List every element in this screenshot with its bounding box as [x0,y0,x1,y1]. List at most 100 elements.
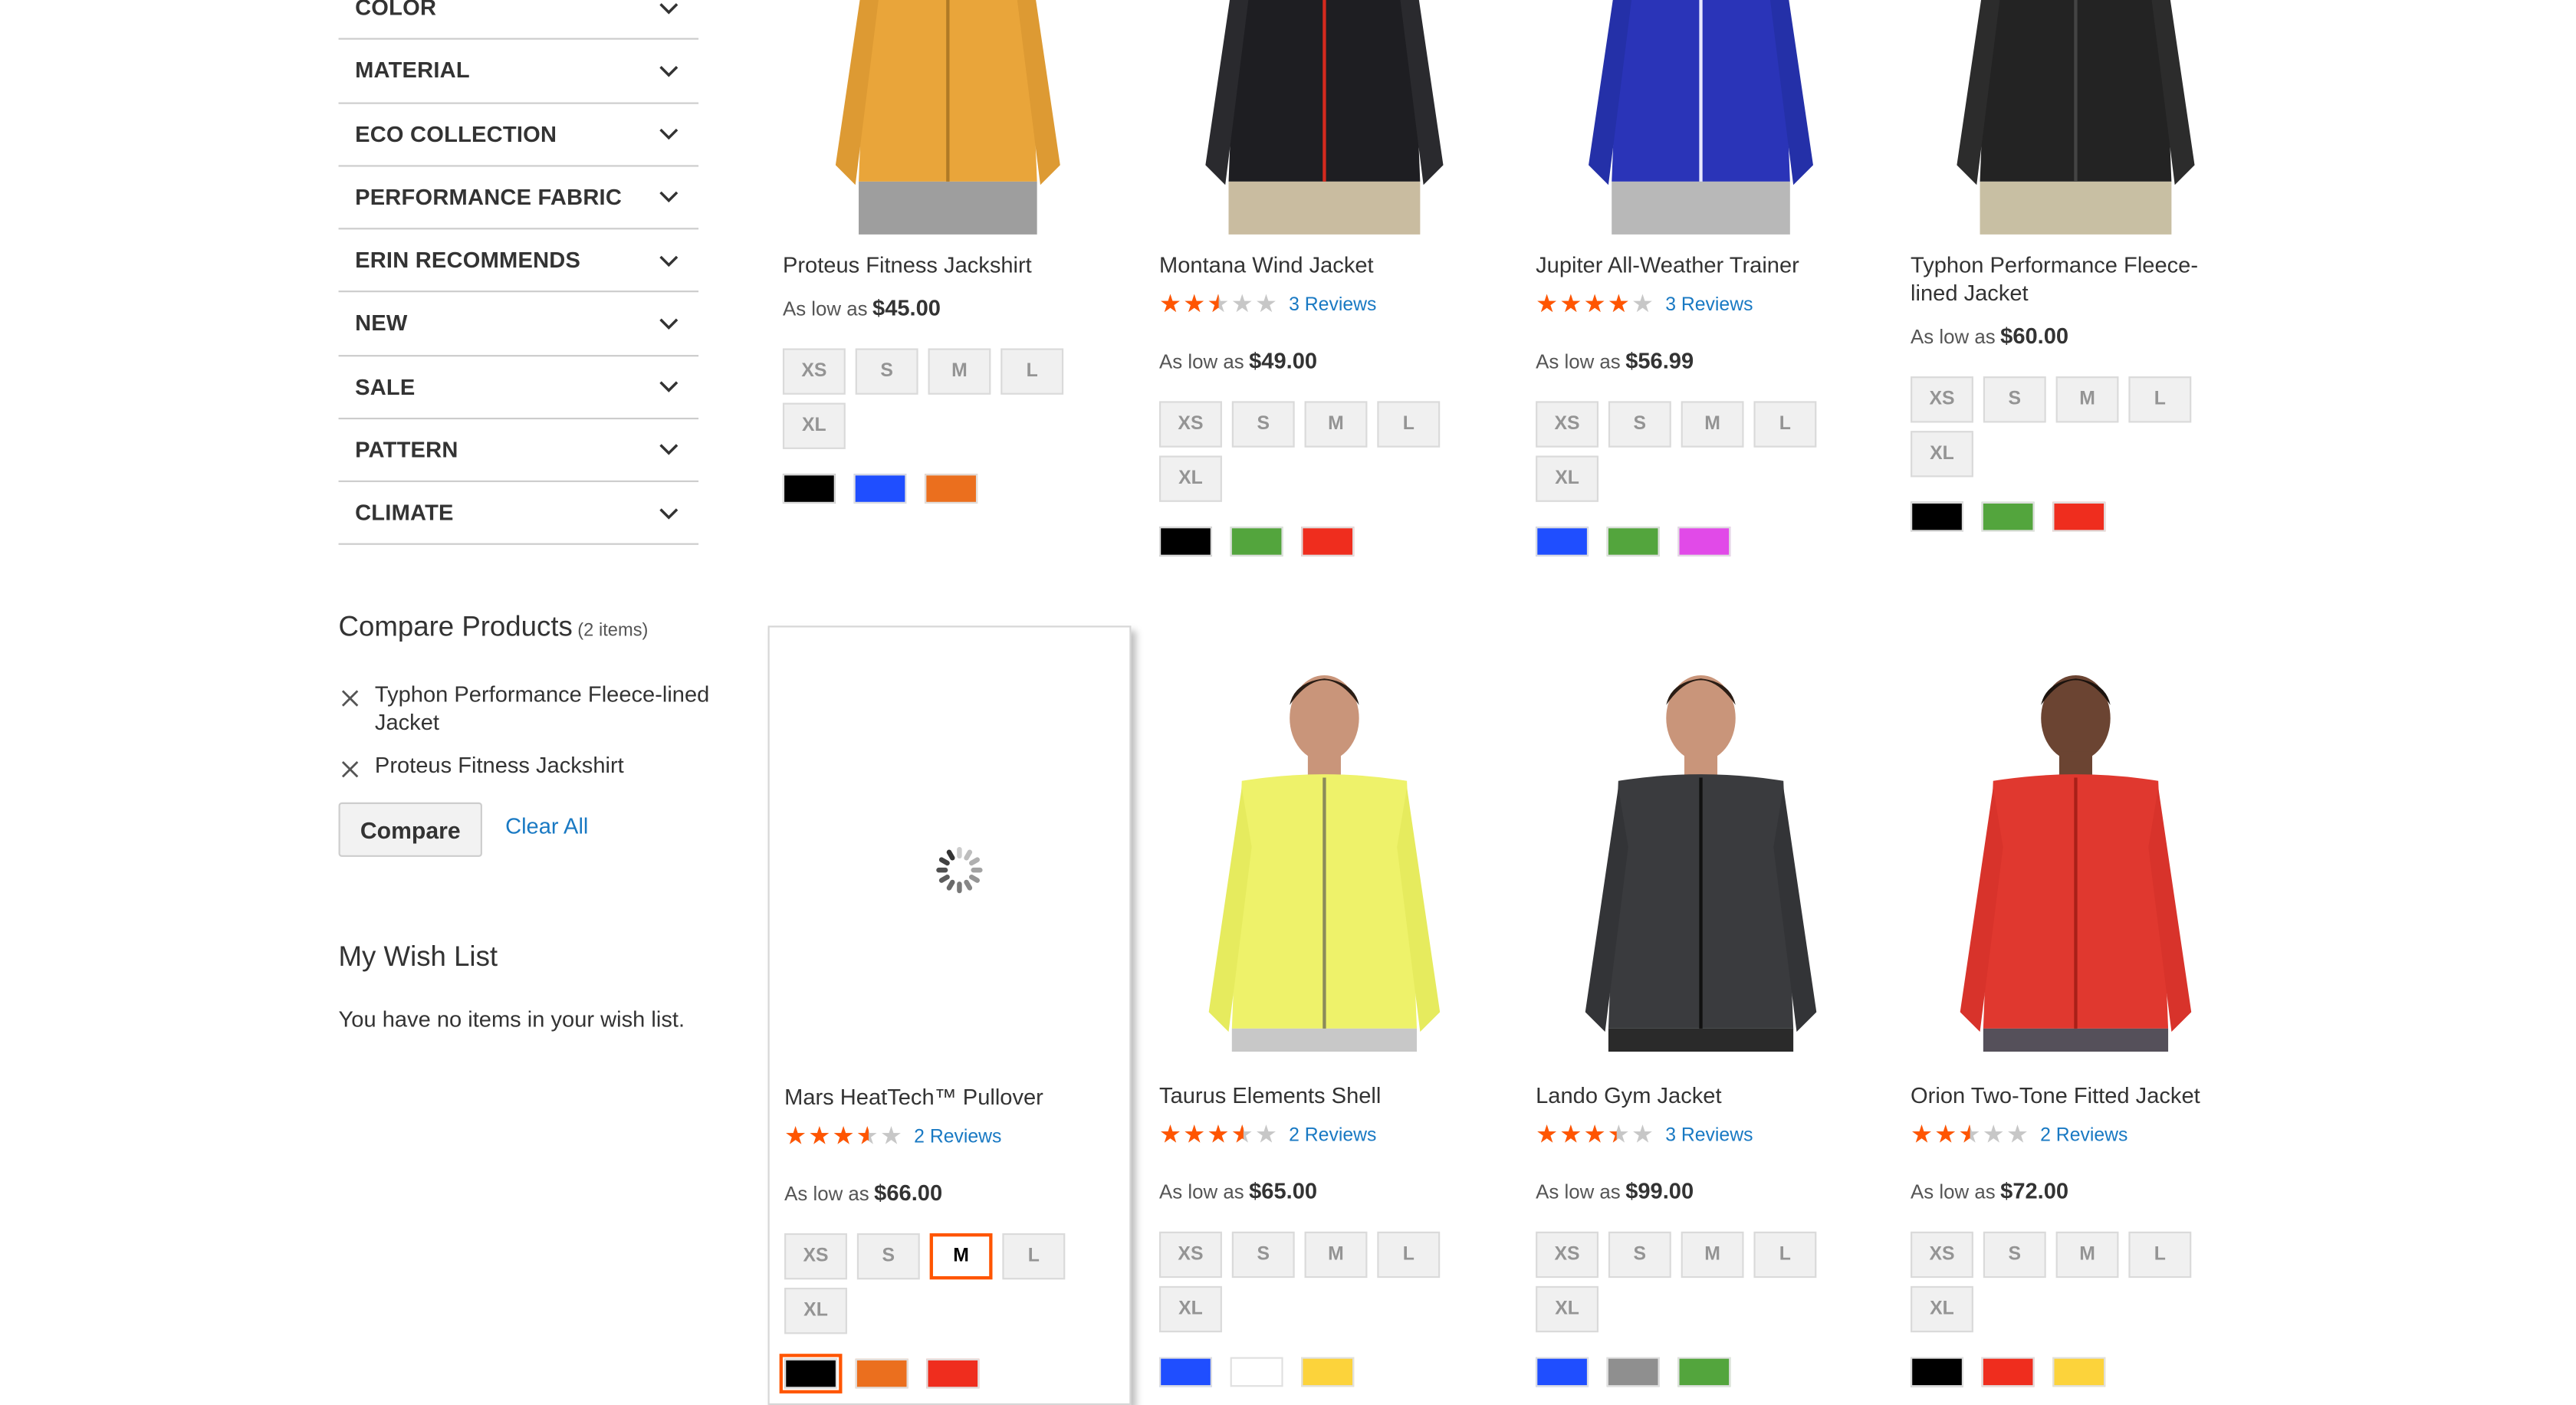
product-image[interactable] [1536,0,1866,416]
color-swatch[interactable] [779,1354,843,1394]
reviews-link[interactable]: 2 Reviews [914,1127,1001,1147]
size-option-xl[interactable]: XL [1536,455,1598,502]
color-swatch[interactable] [2052,501,2106,532]
size-option-s[interactable]: S [856,1233,920,1280]
product-name[interactable]: Jupiter All-Weather Trainer [1536,251,1866,279]
compare-button[interactable]: Compare [338,802,482,857]
size-option-m[interactable]: M [928,348,991,395]
size-option-m[interactable]: M [1681,401,1744,448]
product-image[interactable] [783,0,1113,416]
color-swatch[interactable] [1230,527,1283,556]
product-name[interactable]: Typhon Performance Fleece-lined Jacket [1911,251,2241,307]
size-option-s[interactable]: S [1231,1231,1295,1279]
product-card[interactable]: Mars HeatTech™ Pullover★★★★★★★★★★2 Revie… [767,625,1132,1405]
color-swatch[interactable] [1301,1357,1355,1387]
size-option-m[interactable]: M [929,1233,993,1280]
size-option-xl[interactable]: XL [784,1288,847,1334]
size-option-l[interactable]: L [2128,376,2192,423]
product-image[interactable] [1911,652,2241,1405]
color-swatch[interactable] [1301,527,1355,556]
color-swatch[interactable] [1981,501,2035,532]
color-swatch[interactable] [1606,1357,1660,1387]
reviews-link[interactable]: 3 Reviews [1665,1125,1753,1145]
color-swatch[interactable] [1159,527,1212,556]
size-option-s[interactable]: S [1608,401,1671,448]
color-swatch[interactable] [925,474,978,504]
remove-icon[interactable] [340,687,360,707]
color-swatch[interactable] [1606,527,1660,556]
filter-sale[interactable]: SALE [338,356,699,419]
product-image[interactable] [1911,0,2241,416]
color-swatch[interactable] [1677,1357,1731,1387]
size-option-xs[interactable]: XS [782,348,846,395]
size-option-l[interactable]: L [1001,348,1064,395]
size-option-xs[interactable]: XS [784,1233,847,1280]
filter-eco-collection[interactable]: ECO COLLECTION [338,103,699,167]
size-option-s[interactable]: S [1983,376,2046,423]
reviews-link[interactable]: 3 Reviews [1289,294,1376,314]
product-name[interactable]: Orion Two-Tone Fitted Jacket [1911,1082,2241,1110]
size-option-l[interactable]: L [1377,1231,1441,1279]
reviews-link[interactable]: 3 Reviews [1665,294,1753,314]
color-swatch[interactable] [1536,527,1589,556]
product-image[interactable] [1159,0,1490,416]
size-option-s[interactable]: S [1983,1231,2046,1279]
product-name[interactable]: Proteus Fitness Jackshirt [783,251,1113,279]
color-swatch[interactable] [853,474,907,504]
color-swatch[interactable] [1911,1357,1963,1387]
filter-material[interactable]: MATERIAL [338,40,699,103]
filter-erin-recommends[interactable]: ERIN RECOMMENDS [338,229,699,293]
size-option-l[interactable]: L [2128,1231,2192,1279]
color-swatch[interactable] [1911,501,1963,532]
size-option-l[interactable]: L [1753,1231,1817,1279]
color-swatch[interactable] [2052,1357,2106,1387]
size-option-xl[interactable]: XL [1159,1285,1222,1333]
filter-performance-fabric[interactable]: PERFORMANCE FABRIC [338,166,699,230]
product-image[interactable] [784,654,1115,1050]
product-name[interactable]: Mars HeatTech™ Pullover [784,1083,1115,1111]
compare-item-name[interactable]: Proteus Fitness Jackshirt [375,751,721,780]
filter-new[interactable]: NEW [338,293,699,356]
product-name[interactable]: Lando Gym Jacket [1536,1082,1866,1110]
product-name[interactable]: Montana Wind Jacket [1159,251,1490,279]
size-option-s[interactable]: S [1608,1231,1671,1279]
size-option-xs[interactable]: XS [1536,401,1598,448]
clear-all-link[interactable]: Clear All [505,814,588,839]
color-swatch[interactable] [1981,1357,2035,1387]
color-swatch[interactable] [855,1358,909,1389]
size-option-xl[interactable]: XL [1911,1285,1973,1333]
color-swatch[interactable] [1677,527,1731,556]
color-swatch[interactable] [1230,1357,1283,1387]
size-option-m[interactable]: M [2055,1231,2119,1279]
size-option-xs[interactable]: XS [1159,1231,1222,1279]
color-swatch[interactable] [1536,1357,1589,1387]
reviews-link[interactable]: 2 Reviews [1289,1125,1376,1145]
size-option-xs[interactable]: XS [1536,1231,1598,1279]
size-option-m[interactable]: M [2055,376,2119,423]
color-swatch[interactable] [1159,1357,1212,1387]
size-option-m[interactable]: M [1681,1231,1744,1279]
size-option-xl[interactable]: XL [782,402,846,449]
size-option-s[interactable]: S [1231,401,1295,448]
filter-pattern[interactable]: PATTERN [338,419,699,482]
size-option-xs[interactable]: XS [1911,376,1973,423]
compare-item-name[interactable]: Typhon Performance Fleece-lined Jacket [375,680,721,736]
size-option-s[interactable]: S [855,348,918,395]
size-option-l[interactable]: L [1377,401,1441,448]
size-option-xl[interactable]: XL [1536,1285,1598,1333]
size-option-xl[interactable]: XL [1911,431,1973,478]
product-name[interactable]: Taurus Elements Shell [1159,1082,1490,1110]
size-option-l[interactable]: L [1753,401,1817,448]
size-option-xl[interactable]: XL [1159,455,1222,502]
color-swatch[interactable] [926,1358,980,1389]
size-option-l[interactable]: L [1002,1233,1066,1280]
size-option-xs[interactable]: XS [1159,401,1222,448]
reviews-link[interactable]: 2 Reviews [2040,1125,2128,1145]
filter-climate[interactable]: CLIMATE [338,482,699,546]
size-option-m[interactable]: M [1304,401,1368,448]
filter-color[interactable]: COLOR [338,0,699,41]
size-option-xs[interactable]: XS [1911,1231,1973,1279]
size-option-m[interactable]: M [1304,1231,1368,1279]
product-image[interactable] [1536,652,1866,1405]
product-image[interactable] [1159,652,1490,1405]
